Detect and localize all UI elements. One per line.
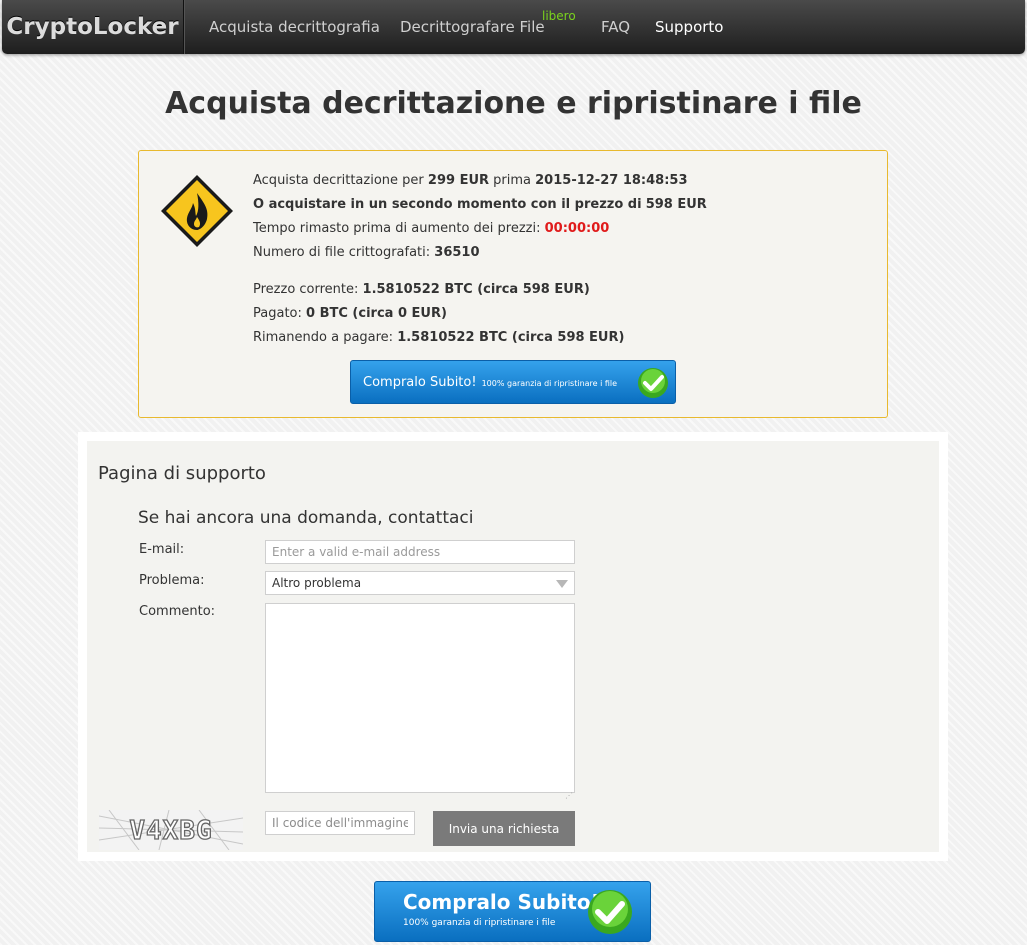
email-label: E-mail:: [139, 542, 185, 557]
buy-now-label: Compralo Subito!: [363, 374, 477, 390]
paid-value: 0 BTC (circa 0 EUR): [306, 306, 447, 321]
deadline-mid: prima: [493, 173, 531, 188]
deadline-line: Acquista decrittazione per 299 EUR prima…: [253, 169, 873, 193]
remaining-value: 1.5810522 BTC (circa 598 EUR): [397, 330, 625, 345]
nav-item-faq[interactable]: FAQ: [601, 0, 630, 54]
countdown-timer: 00:00:00: [544, 221, 610, 236]
problem-selected-value: Altro problema: [272, 576, 362, 590]
nav-item-decrypt-files[interactable]: Decrittografare File: [400, 0, 545, 54]
captcha-image: V4XBG: [99, 810, 243, 850]
support-panel: Pagina di supporto Se hai ancora una dom…: [78, 432, 948, 861]
brand-name: CryptoLocker: [6, 14, 179, 40]
top-navbar: CryptoLocker Acquista decrittografia Dec…: [2, 0, 1025, 54]
payment-details: Acquista decrittazione per 299 EUR prima…: [253, 169, 873, 350]
email-field[interactable]: [265, 540, 575, 564]
green-check-icon: [638, 368, 668, 398]
paid-prefix: Pagato:: [253, 306, 302, 321]
send-request-button[interactable]: Invia una richiesta: [433, 811, 575, 846]
file-count-prefix: Numero di file crittografati:: [253, 245, 431, 260]
file-count-line: Numero di file crittografati: 36510: [253, 241, 873, 265]
nav-item-support[interactable]: Supporto: [655, 0, 723, 54]
nav-label: Acquista decrittografia: [209, 18, 380, 36]
buy-now-big-button[interactable]: Compralo Subito! 100% garanzia di ripris…: [374, 881, 651, 942]
nav-item-buy-decryption[interactable]: Acquista decrittografia: [209, 0, 380, 54]
nav-label: Decrittografare File: [400, 18, 545, 36]
payment-info-box: Acquista decrittazione per 299 EUR prima…: [138, 150, 888, 418]
fire-warning-icon: [161, 175, 233, 247]
comment-label: Commento:: [139, 604, 216, 619]
buy-now-big-guarantee: 100% garanzia di ripristinare i file: [403, 918, 556, 928]
green-check-icon: [588, 890, 632, 934]
deadline-prefix: Acquista decrittazione per: [253, 173, 424, 188]
problem-select[interactable]: Altro problema: [265, 571, 575, 595]
later-price-prefix: O acquistare in un secondo momento con i…: [253, 197, 642, 212]
paid-line: Pagato: 0 BTC (circa 0 EUR): [253, 302, 873, 326]
timer-prefix: Tempo rimasto prima di aumento dei prezz…: [253, 221, 541, 236]
dropdown-arrow-icon: [556, 580, 568, 588]
file-count-value: 36510: [434, 245, 480, 260]
later-price-line: O acquistare in un secondo momento con i…: [253, 193, 873, 217]
buy-now-big-label: Compralo Subito!: [403, 890, 600, 914]
page-title: Acquista decrittazione e ripristinare i …: [165, 86, 862, 121]
remaining-line: Rimanendo a pagare: 1.5810522 BTC (circa…: [253, 326, 873, 350]
support-subtitle: Se hai ancora una domanda, contattaci: [138, 508, 474, 528]
comment-textarea[interactable]: [265, 603, 575, 793]
later-price-value: 598 EUR: [645, 197, 707, 212]
deadline-date: 2015-12-27 18:48:53: [535, 173, 688, 188]
nav-label: FAQ: [601, 18, 631, 36]
brand-logo[interactable]: CryptoLocker: [2, 0, 184, 54]
deadline-price: 299 EUR: [427, 173, 490, 188]
free-badge: libero: [542, 9, 576, 23]
buy-now-guarantee: 100% garanzia di ripristinare i file: [481, 379, 618, 388]
support-form: Pagina di supporto Se hai ancora una dom…: [87, 441, 939, 852]
nav-label: Supporto: [655, 18, 724, 36]
remaining-prefix: Rimanendo a pagare:: [253, 330, 394, 345]
timer-line: Tempo rimasto prima di aumento dei prezz…: [253, 217, 873, 241]
resize-grip-icon[interactable]: ⋰: [565, 791, 573, 800]
captcha-text: V4XBG: [129, 816, 212, 846]
support-title: Pagina di supporto: [98, 463, 266, 484]
current-price-value: 1.5810522 BTC (circa 598 EUR): [362, 282, 590, 297]
current-price-prefix: Prezzo corrente:: [253, 282, 359, 297]
current-price-line: Prezzo corrente: 1.5810522 BTC (circa 59…: [253, 278, 873, 302]
captcha-input[interactable]: [265, 811, 415, 835]
problem-label: Problema:: [139, 573, 205, 588]
buy-now-button[interactable]: Compralo Subito! 100% garanzia di ripris…: [350, 360, 676, 404]
